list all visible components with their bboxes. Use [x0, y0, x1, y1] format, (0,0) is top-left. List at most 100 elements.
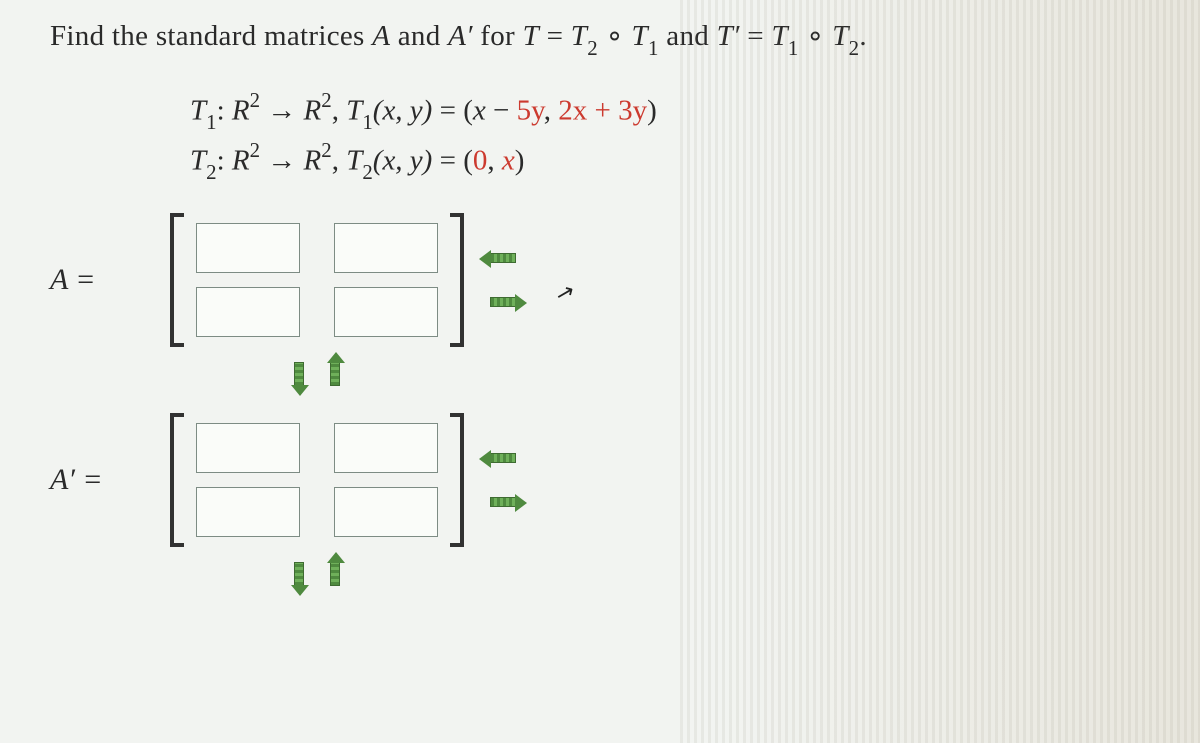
add-column-button[interactable]	[486, 289, 520, 315]
minus: −	[486, 94, 517, 126]
sup: 2	[250, 138, 260, 162]
add-column-button[interactable]	[486, 489, 520, 515]
comma: ,	[487, 144, 502, 176]
var-T: T	[523, 20, 539, 52]
matrix-A-cell-0-1[interactable]	[334, 223, 438, 273]
transformation-definitions: T1: R2 → R2, T1(x, y) = (x − 5y, 2x + 3y…	[190, 86, 1150, 186]
arrow: →	[260, 144, 304, 176]
compose-symbol: ∘	[598, 20, 632, 52]
matrix-Aprime-cell-0-1[interactable]	[334, 423, 438, 473]
colon: :	[217, 144, 232, 176]
plus: +	[587, 94, 618, 126]
compose-symbol: ∘	[799, 20, 833, 52]
term-red: 5y	[517, 94, 544, 126]
sub-2: 2	[587, 36, 598, 60]
T-symbol: T	[190, 94, 206, 126]
matrix-A-cells	[184, 213, 450, 347]
coef: 5y	[517, 94, 544, 126]
term-red: 2x	[558, 94, 587, 126]
sub-2b: 2	[849, 36, 860, 60]
args: (x, y)	[373, 144, 433, 176]
matrix-Aprime-cells	[184, 413, 450, 547]
open-paren: (	[463, 94, 473, 126]
sub: 2	[362, 160, 372, 184]
arrow-up-icon	[330, 362, 340, 386]
matrix-Aprime-cell-1-1[interactable]	[334, 487, 438, 537]
comma: ,	[544, 94, 559, 126]
def-T2: T2: R2 → R2, T2(x, y) = (0, x)	[190, 136, 1150, 186]
arrow-right-icon	[490, 497, 516, 507]
add-row-button[interactable]	[322, 557, 348, 591]
var-T1: T	[632, 20, 648, 52]
remove-column-button[interactable]	[486, 445, 520, 471]
remove-row-button[interactable]	[286, 357, 312, 391]
matrix-Aprime-cell-0-0[interactable]	[196, 423, 300, 473]
text: =	[740, 20, 772, 52]
close-paren: )	[515, 144, 525, 176]
bracket-left-icon	[170, 413, 184, 547]
matrix-A-row-controls	[286, 357, 1150, 391]
args: (x, y)	[373, 94, 433, 126]
close-paren: )	[647, 94, 657, 126]
arrow-down-icon	[294, 562, 304, 586]
remove-row-button[interactable]	[286, 557, 312, 591]
matrix-Aprime-column-controls	[486, 445, 520, 515]
T-symbol: T	[346, 144, 362, 176]
matrix-Aprime-row-controls	[286, 557, 1150, 591]
open-paren: (	[463, 144, 473, 176]
arrow: →	[260, 94, 304, 126]
sup: 2	[321, 138, 331, 162]
matrix-Aprime-label: A′ =	[50, 463, 170, 497]
matrix-A-row: A =	[50, 213, 1150, 347]
var-A-prime: A′	[448, 20, 473, 52]
remove-column-button[interactable]	[486, 245, 520, 271]
matrix-A-cell-1-1[interactable]	[334, 287, 438, 337]
sup: 2	[321, 88, 331, 112]
eq: =	[432, 94, 463, 126]
matrix-A-cell-1-0[interactable]	[196, 287, 300, 337]
matrix-A	[170, 213, 464, 347]
arrow-down-icon	[294, 362, 304, 386]
var-T1b: T	[771, 20, 787, 52]
def-T1: T1: R2 → R2, T1(x, y) = (x − 5y, 2x + 3y…	[190, 86, 1150, 136]
arrow-left-icon	[490, 453, 516, 463]
text: for	[473, 20, 523, 52]
colon: :	[217, 94, 232, 126]
sub-1b: 1	[788, 36, 799, 60]
text: =	[539, 20, 571, 52]
matrix-Aprime-row: A′ =	[50, 413, 1150, 547]
coef: 2x	[558, 94, 587, 126]
comma: ,	[332, 144, 347, 176]
arrow-left-icon	[490, 253, 516, 263]
period: .	[859, 20, 867, 52]
term: x	[473, 94, 486, 126]
matrix-A-cell-0-0[interactable]	[196, 223, 300, 273]
var-T-prime: T′	[717, 20, 740, 52]
text: Find the standard matrices	[50, 20, 372, 52]
text: and	[659, 20, 717, 52]
R: R	[232, 94, 250, 126]
bracket-left-icon	[170, 213, 184, 347]
matrix-A-label: A =	[50, 263, 170, 297]
R: R	[232, 144, 250, 176]
T-symbol: T	[346, 94, 362, 126]
R: R	[304, 144, 322, 176]
term-red: x	[502, 144, 515, 176]
bracket-right-icon	[450, 213, 464, 347]
problem-statement: Find the standard matrices A and A′ for …	[50, 18, 1150, 58]
text: and	[390, 20, 448, 52]
add-row-button[interactable]	[322, 357, 348, 391]
eq: =	[432, 144, 463, 176]
matrix-Aprime-cell-1-0[interactable]	[196, 487, 300, 537]
T-symbol: T	[190, 144, 206, 176]
var-T2b: T	[832, 20, 848, 52]
term-red: 3y	[618, 94, 647, 126]
matrix-A-column-controls	[486, 245, 520, 315]
sub: 2	[206, 160, 216, 184]
sub-1: 1	[648, 36, 659, 60]
comma: ,	[332, 94, 347, 126]
arrow-right-icon	[490, 297, 516, 307]
arrow-up-icon	[330, 562, 340, 586]
sub: 1	[206, 110, 216, 134]
term-red: 0	[473, 144, 488, 176]
